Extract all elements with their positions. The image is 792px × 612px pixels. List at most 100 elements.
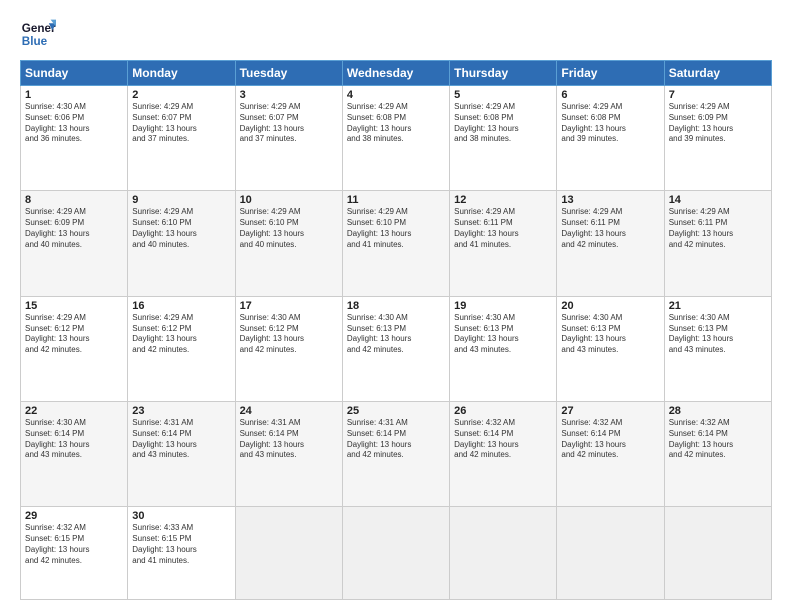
day-info: Sunrise: 4:29 AM Sunset: 6:09 PM Dayligh…	[25, 207, 123, 250]
day-info: Sunrise: 4:32 AM Sunset: 6:15 PM Dayligh…	[25, 523, 123, 566]
calendar-cell: 6Sunrise: 4:29 AM Sunset: 6:08 PM Daylig…	[557, 86, 664, 191]
calendar-cell: 22Sunrise: 4:30 AM Sunset: 6:14 PM Dayli…	[21, 402, 128, 507]
calendar-cell: 27Sunrise: 4:32 AM Sunset: 6:14 PM Dayli…	[557, 402, 664, 507]
calendar-cell: 5Sunrise: 4:29 AM Sunset: 6:08 PM Daylig…	[450, 86, 557, 191]
calendar-cell: 19Sunrise: 4:30 AM Sunset: 6:13 PM Dayli…	[450, 296, 557, 401]
calendar-day-header: Saturday	[664, 61, 771, 86]
calendar-cell: 7Sunrise: 4:29 AM Sunset: 6:09 PM Daylig…	[664, 86, 771, 191]
calendar-week-row: 15Sunrise: 4:29 AM Sunset: 6:12 PM Dayli…	[21, 296, 772, 401]
day-info: Sunrise: 4:30 AM Sunset: 6:13 PM Dayligh…	[347, 313, 445, 356]
day-number: 21	[669, 300, 767, 312]
day-number: 27	[561, 405, 659, 417]
calendar-cell: 14Sunrise: 4:29 AM Sunset: 6:11 PM Dayli…	[664, 191, 771, 296]
day-number: 3	[240, 89, 338, 101]
day-number: 7	[669, 89, 767, 101]
day-info: Sunrise: 4:30 AM Sunset: 6:13 PM Dayligh…	[669, 313, 767, 356]
day-info: Sunrise: 4:29 AM Sunset: 6:10 PM Dayligh…	[240, 207, 338, 250]
day-info: Sunrise: 4:31 AM Sunset: 6:14 PM Dayligh…	[132, 418, 230, 461]
logo-icon: General Blue	[20, 16, 56, 52]
calendar-cell: 3Sunrise: 4:29 AM Sunset: 6:07 PM Daylig…	[235, 86, 342, 191]
day-info: Sunrise: 4:29 AM Sunset: 6:07 PM Dayligh…	[132, 102, 230, 145]
day-number: 11	[347, 194, 445, 206]
day-info: Sunrise: 4:29 AM Sunset: 6:08 PM Dayligh…	[347, 102, 445, 145]
day-number: 15	[25, 300, 123, 312]
calendar-cell: 13Sunrise: 4:29 AM Sunset: 6:11 PM Dayli…	[557, 191, 664, 296]
calendar-cell: 12Sunrise: 4:29 AM Sunset: 6:11 PM Dayli…	[450, 191, 557, 296]
calendar-cell: 16Sunrise: 4:29 AM Sunset: 6:12 PM Dayli…	[128, 296, 235, 401]
calendar-cell: 2Sunrise: 4:29 AM Sunset: 6:07 PM Daylig…	[128, 86, 235, 191]
day-number: 30	[132, 510, 230, 522]
day-info: Sunrise: 4:30 AM Sunset: 6:13 PM Dayligh…	[561, 313, 659, 356]
calendar-cell: 18Sunrise: 4:30 AM Sunset: 6:13 PM Dayli…	[342, 296, 449, 401]
calendar-cell	[664, 507, 771, 600]
day-number: 14	[669, 194, 767, 206]
calendar-week-row: 1Sunrise: 4:30 AM Sunset: 6:06 PM Daylig…	[21, 86, 772, 191]
page-header: General Blue	[20, 16, 772, 52]
calendar-cell: 23Sunrise: 4:31 AM Sunset: 6:14 PM Dayli…	[128, 402, 235, 507]
calendar-cell: 25Sunrise: 4:31 AM Sunset: 6:14 PM Dayli…	[342, 402, 449, 507]
day-number: 24	[240, 405, 338, 417]
day-number: 25	[347, 405, 445, 417]
day-info: Sunrise: 4:33 AM Sunset: 6:15 PM Dayligh…	[132, 523, 230, 566]
day-info: Sunrise: 4:32 AM Sunset: 6:14 PM Dayligh…	[561, 418, 659, 461]
day-info: Sunrise: 4:29 AM Sunset: 6:09 PM Dayligh…	[669, 102, 767, 145]
calendar-cell: 4Sunrise: 4:29 AM Sunset: 6:08 PM Daylig…	[342, 86, 449, 191]
calendar-week-row: 8Sunrise: 4:29 AM Sunset: 6:09 PM Daylig…	[21, 191, 772, 296]
day-info: Sunrise: 4:29 AM Sunset: 6:11 PM Dayligh…	[454, 207, 552, 250]
calendar-cell: 8Sunrise: 4:29 AM Sunset: 6:09 PM Daylig…	[21, 191, 128, 296]
day-number: 5	[454, 89, 552, 101]
calendar-cell: 24Sunrise: 4:31 AM Sunset: 6:14 PM Dayli…	[235, 402, 342, 507]
calendar-day-header: Tuesday	[235, 61, 342, 86]
day-info: Sunrise: 4:30 AM Sunset: 6:06 PM Dayligh…	[25, 102, 123, 145]
calendar-cell: 21Sunrise: 4:30 AM Sunset: 6:13 PM Dayli…	[664, 296, 771, 401]
calendar-cell: 15Sunrise: 4:29 AM Sunset: 6:12 PM Dayli…	[21, 296, 128, 401]
calendar-cell	[342, 507, 449, 600]
calendar-day-header: Thursday	[450, 61, 557, 86]
day-info: Sunrise: 4:29 AM Sunset: 6:10 PM Dayligh…	[132, 207, 230, 250]
calendar-day-header: Monday	[128, 61, 235, 86]
calendar-cell: 20Sunrise: 4:30 AM Sunset: 6:13 PM Dayli…	[557, 296, 664, 401]
day-info: Sunrise: 4:29 AM Sunset: 6:08 PM Dayligh…	[454, 102, 552, 145]
day-info: Sunrise: 4:31 AM Sunset: 6:14 PM Dayligh…	[347, 418, 445, 461]
calendar-week-row: 29Sunrise: 4:32 AM Sunset: 6:15 PM Dayli…	[21, 507, 772, 600]
day-info: Sunrise: 4:29 AM Sunset: 6:07 PM Dayligh…	[240, 102, 338, 145]
day-number: 1	[25, 89, 123, 101]
calendar-header-row: SundayMondayTuesdayWednesdayThursdayFrid…	[21, 61, 772, 86]
day-number: 9	[132, 194, 230, 206]
day-number: 17	[240, 300, 338, 312]
calendar-day-header: Friday	[557, 61, 664, 86]
calendar-week-row: 22Sunrise: 4:30 AM Sunset: 6:14 PM Dayli…	[21, 402, 772, 507]
day-number: 18	[347, 300, 445, 312]
day-info: Sunrise: 4:30 AM Sunset: 6:14 PM Dayligh…	[25, 418, 123, 461]
calendar-cell: 10Sunrise: 4:29 AM Sunset: 6:10 PM Dayli…	[235, 191, 342, 296]
day-info: Sunrise: 4:32 AM Sunset: 6:14 PM Dayligh…	[454, 418, 552, 461]
day-number: 6	[561, 89, 659, 101]
day-info: Sunrise: 4:29 AM Sunset: 6:10 PM Dayligh…	[347, 207, 445, 250]
day-info: Sunrise: 4:30 AM Sunset: 6:12 PM Dayligh…	[240, 313, 338, 356]
day-number: 28	[669, 405, 767, 417]
calendar-cell	[557, 507, 664, 600]
logo: General Blue	[20, 16, 56, 52]
day-info: Sunrise: 4:30 AM Sunset: 6:13 PM Dayligh…	[454, 313, 552, 356]
day-number: 23	[132, 405, 230, 417]
day-number: 16	[132, 300, 230, 312]
calendar-cell: 11Sunrise: 4:29 AM Sunset: 6:10 PM Dayli…	[342, 191, 449, 296]
calendar-table: SundayMondayTuesdayWednesdayThursdayFrid…	[20, 60, 772, 600]
calendar-cell	[450, 507, 557, 600]
calendar-cell: 29Sunrise: 4:32 AM Sunset: 6:15 PM Dayli…	[21, 507, 128, 600]
calendar-day-header: Wednesday	[342, 61, 449, 86]
day-number: 22	[25, 405, 123, 417]
calendar-day-header: Sunday	[21, 61, 128, 86]
day-number: 20	[561, 300, 659, 312]
day-number: 10	[240, 194, 338, 206]
day-info: Sunrise: 4:29 AM Sunset: 6:12 PM Dayligh…	[25, 313, 123, 356]
day-number: 2	[132, 89, 230, 101]
calendar-cell	[235, 507, 342, 600]
day-info: Sunrise: 4:29 AM Sunset: 6:08 PM Dayligh…	[561, 102, 659, 145]
calendar-cell: 28Sunrise: 4:32 AM Sunset: 6:14 PM Dayli…	[664, 402, 771, 507]
day-info: Sunrise: 4:31 AM Sunset: 6:14 PM Dayligh…	[240, 418, 338, 461]
day-info: Sunrise: 4:29 AM Sunset: 6:11 PM Dayligh…	[669, 207, 767, 250]
calendar-cell: 1Sunrise: 4:30 AM Sunset: 6:06 PM Daylig…	[21, 86, 128, 191]
svg-text:Blue: Blue	[22, 35, 48, 48]
day-info: Sunrise: 4:29 AM Sunset: 6:11 PM Dayligh…	[561, 207, 659, 250]
